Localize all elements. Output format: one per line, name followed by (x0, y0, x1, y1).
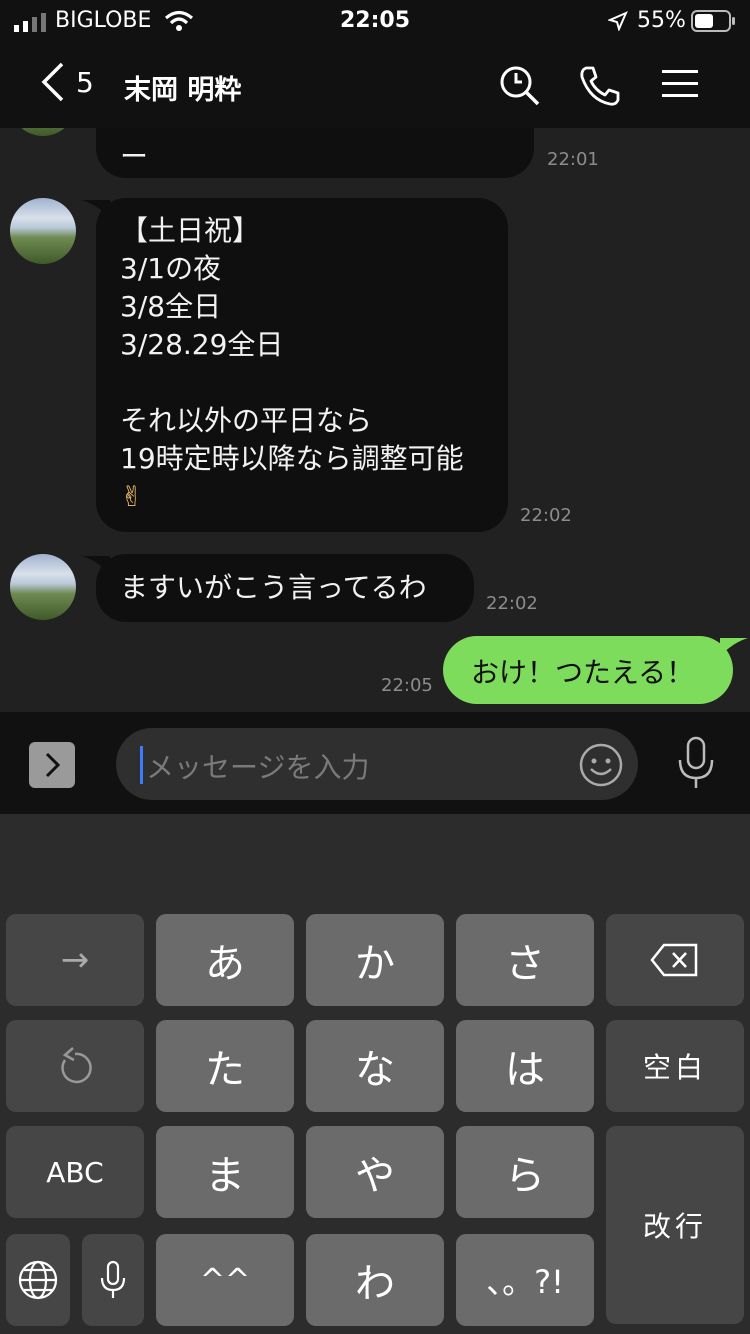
unread-count: 5 (76, 66, 94, 99)
key-ka[interactable]: か (306, 914, 444, 1006)
chevron-right-icon (45, 752, 61, 778)
search-button[interactable] (498, 64, 542, 108)
key-punctuation[interactable]: 、。?! (456, 1234, 594, 1326)
carrier-name: BIGLOBE (55, 8, 152, 33)
input-placeholder: メッセージを入力 (146, 751, 370, 784)
signal-icon (14, 12, 48, 36)
key-a[interactable]: あ (156, 914, 294, 1006)
search-icon (500, 66, 540, 106)
back-button[interactable]: 5 (36, 58, 100, 108)
message-bubble[interactable]: 【土日祝】 3/1の夜 3/8全日 3/28.29全日 それ以外の平日なら 19… (96, 198, 508, 532)
chat-area[interactable]: ー 22:01 【土日祝】 3/1の夜 3/8全日 3/28.29全日 それ以外… (0, 128, 750, 712)
key-ma[interactable]: ま (156, 1126, 294, 1218)
menu-icon (662, 70, 698, 97)
microphone-icon (678, 736, 714, 788)
status-bar: BIGLOBE 22:05 55% (0, 0, 750, 44)
key-wa[interactable]: わ (306, 1234, 444, 1326)
voice-input-button[interactable] (676, 736, 716, 792)
message-input-bar: メッセージを入力 (0, 712, 750, 814)
message-time: 22:01 (547, 149, 599, 170)
call-button[interactable] (578, 64, 622, 108)
message-text: ますいがこう言ってるわ (120, 571, 427, 604)
contact-name: 末岡 明粋 (124, 75, 242, 106)
globe-icon (18, 1260, 58, 1300)
message-time: 22:02 (486, 593, 538, 614)
text-cursor (140, 746, 143, 784)
key-sa[interactable]: さ (456, 914, 594, 1006)
key-emoticon[interactable]: ^^ (156, 1234, 294, 1326)
space-key[interactable]: 空白 (606, 1020, 744, 1112)
key-arrow[interactable]: → (6, 914, 144, 1006)
phone-icon (580, 66, 620, 106)
message-bubble-outgoing[interactable]: おけ！つたえる！ (443, 636, 733, 704)
microphone-icon (100, 1260, 126, 1298)
message-text: 【土日祝】 3/1の夜 3/8全日 3/28.29全日 それ以外の平日なら 19… (120, 214, 464, 513)
return-key[interactable]: 改行 (606, 1126, 744, 1324)
location-arrow-icon (607, 11, 628, 35)
chat-header: 5 末岡 明粋 (0, 44, 750, 128)
keyboard: → あ か さ た な は 空白 ABC ま や ら 改行 ^^ わ 、。?! (0, 814, 750, 1334)
delete-key[interactable] (606, 914, 744, 1006)
message-text: ー (120, 140, 149, 173)
message-input[interactable]: メッセージを入力 (116, 728, 638, 800)
backspace-icon (650, 943, 698, 977)
avatar[interactable] (10, 554, 76, 620)
message-time: 22:05 (381, 675, 433, 696)
key-ta[interactable]: た (156, 1020, 294, 1112)
abc-key[interactable]: ABC (6, 1126, 144, 1218)
back-chevron-icon (41, 62, 64, 102)
key-ya[interactable]: や (306, 1126, 444, 1218)
emoji-button[interactable] (578, 742, 624, 788)
globe-key[interactable] (6, 1234, 70, 1326)
wifi-icon (164, 10, 194, 36)
message-bubble[interactable]: ますいがこう言ってるわ (96, 554, 474, 622)
menu-button[interactable] (662, 68, 698, 100)
dictation-key[interactable] (82, 1234, 144, 1326)
smiley-icon (579, 743, 623, 787)
key-na[interactable]: な (306, 1020, 444, 1112)
status-time: 22:05 (340, 8, 411, 33)
avatar[interactable] (10, 128, 76, 136)
key-ha[interactable]: は (456, 1020, 594, 1112)
undo-icon (61, 1047, 92, 1084)
expand-button[interactable] (29, 742, 75, 788)
undo-key[interactable] (6, 1020, 144, 1112)
message-bubble[interactable]: ー (96, 128, 534, 178)
message-time: 22:02 (520, 505, 572, 526)
battery-icon (691, 9, 737, 37)
bubble-tail (718, 636, 748, 664)
message-text: おけ！つたえる！ (471, 656, 695, 689)
key-ra[interactable]: ら (456, 1126, 594, 1218)
battery-percent: 55% (637, 8, 686, 33)
avatar[interactable] (10, 198, 76, 264)
